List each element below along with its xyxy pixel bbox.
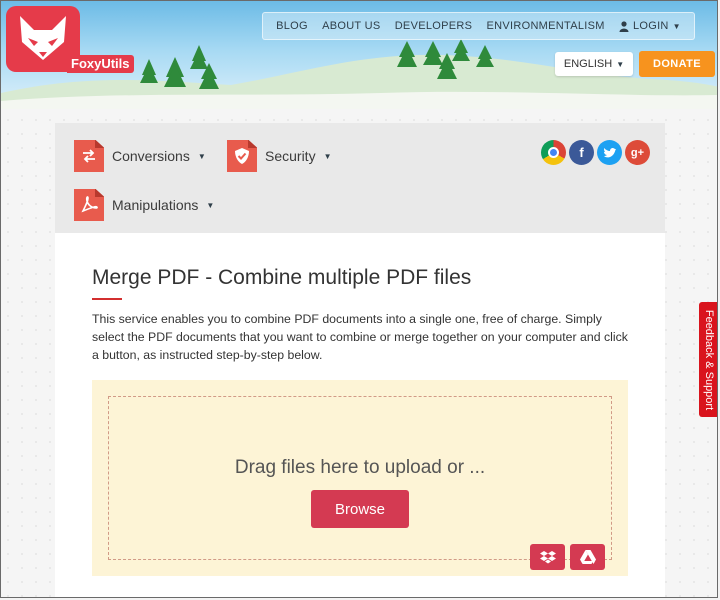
dropzone-border: Drag files here to upload or ... Browse (108, 396, 612, 570)
user-icon (619, 20, 629, 32)
conversions-menu[interactable]: Conversions ▼ (74, 140, 206, 172)
top-nav: BLOG ABOUT US DEVELOPERS ENVIRONMENTALIS… (262, 12, 695, 40)
donate-button[interactable]: DONATE (639, 51, 715, 77)
content-card: Merge PDF - Combine multiple PDF files T… (55, 233, 665, 597)
feedback-label: Feedback & Support (703, 309, 716, 410)
security-label: Security (265, 148, 316, 164)
dropbox-icon (539, 551, 556, 564)
tools-toolbar: Conversions ▼ Security ▼ Manipulations ▼ (55, 123, 665, 233)
manipulations-label: Manipulations (112, 197, 199, 213)
language-label: ENGLISH (563, 58, 613, 70)
nav-environmentalism[interactable]: ENVIRONMENTALISM (486, 20, 604, 32)
dropbox-button[interactable] (530, 544, 565, 570)
acrobat-icon (74, 189, 104, 221)
chevron-down-icon: ▼ (672, 21, 681, 31)
nav-about-us[interactable]: ABOUT US (322, 20, 380, 32)
nav-login[interactable]: LOGIN ▼ (619, 20, 681, 32)
nav-blog[interactable]: BLOG (276, 20, 308, 32)
drag-instructions: Drag files here to upload or ... (234, 457, 486, 478)
title-underline (92, 298, 122, 300)
intro-text: This service enables you to combine PDF … (92, 312, 628, 362)
chevron-down-icon: ▼ (323, 151, 332, 161)
chrome-icon[interactable] (541, 140, 566, 165)
site-header: FoxyUtils BLOG ABOUT US DEVELOPERS ENVIR… (1, 1, 717, 109)
security-menu[interactable]: Security ▼ (227, 140, 332, 172)
conversions-icon (74, 140, 104, 172)
google-drive-button[interactable] (570, 544, 605, 570)
upload-dropzone[interactable]: Drag files here to upload or ... Browse (92, 380, 628, 576)
security-icon (227, 140, 257, 172)
brand-name[interactable]: FoxyUtils (67, 55, 134, 73)
google-drive-icon (579, 550, 596, 564)
conversions-label: Conversions (112, 148, 190, 164)
google-plus-icon[interactable]: g+ (625, 140, 650, 165)
language-selector[interactable]: ENGLISH ▼ (555, 52, 633, 76)
page-title: Merge PDF - Combine multiple PDF files (92, 266, 472, 289)
chevron-down-icon: ▼ (206, 200, 215, 210)
feedback-tab[interactable]: Feedback & Support (699, 302, 717, 417)
nav-login-label: LOGIN (632, 20, 669, 32)
browse-button[interactable]: Browse (311, 490, 409, 528)
facebook-icon[interactable]: f (569, 140, 594, 165)
chevron-down-icon: ▼ (616, 59, 625, 69)
browser-page: FoxyUtils BLOG ABOUT US DEVELOPERS ENVIR… (0, 0, 718, 598)
nav-developers[interactable]: DEVELOPERS (395, 20, 473, 32)
manipulations-menu[interactable]: Manipulations ▼ (74, 189, 214, 221)
twitter-icon[interactable] (597, 140, 622, 165)
chevron-down-icon: ▼ (197, 151, 206, 161)
